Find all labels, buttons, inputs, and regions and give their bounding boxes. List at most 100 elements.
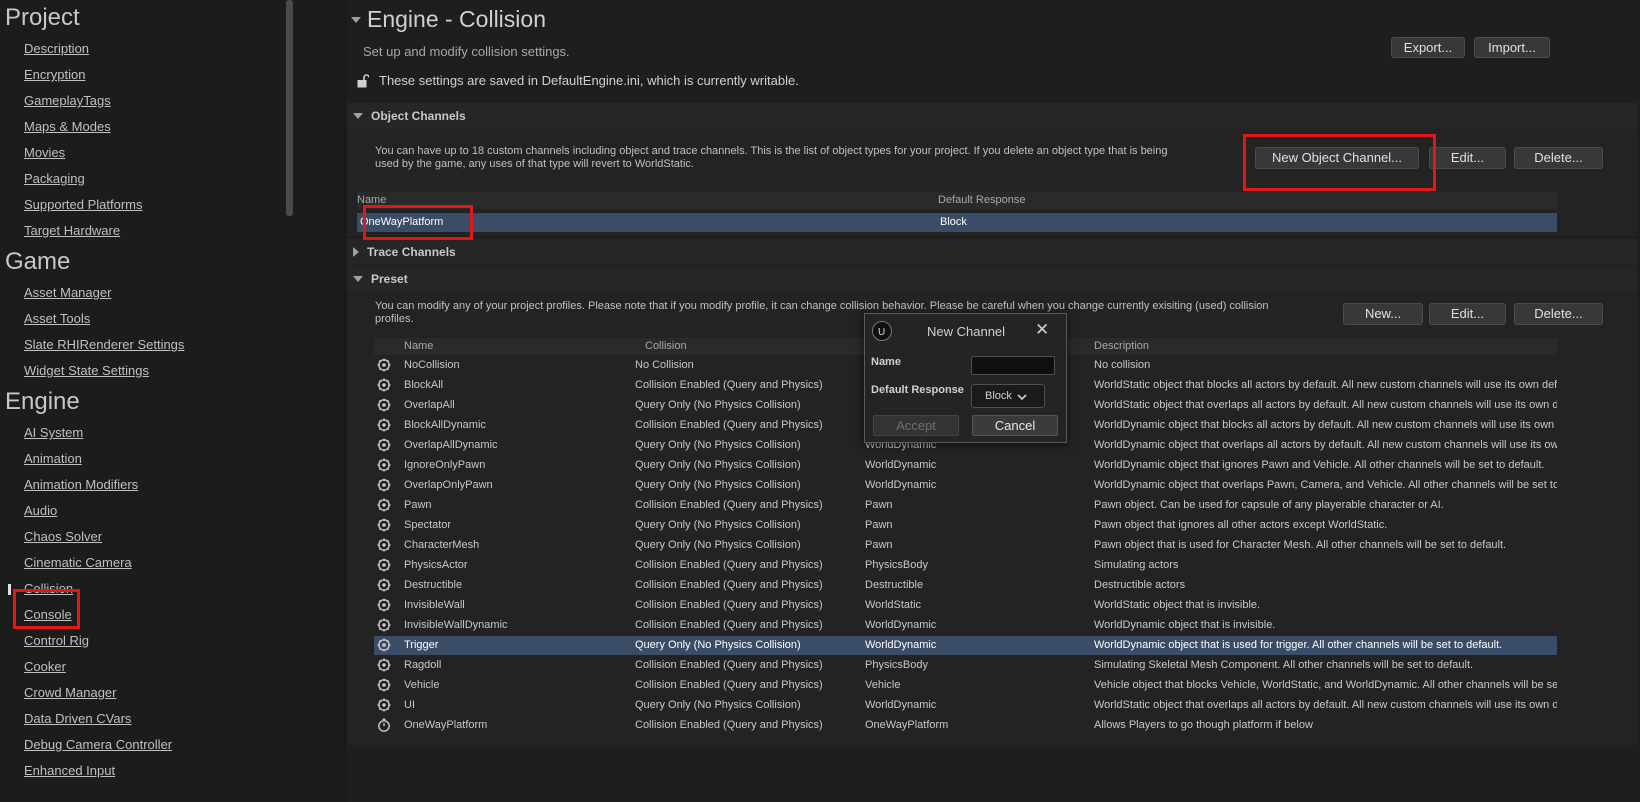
sidebar-item-console[interactable]: Console (0, 602, 320, 628)
preset-description: WorldStatic object that blocks all actor… (1094, 379, 1557, 391)
delete-object-channel-button[interactable]: Delete... (1514, 147, 1603, 169)
edit-preset-button[interactable]: Edit... (1429, 303, 1506, 325)
preset-object-type: Destructible (865, 579, 924, 591)
preset-row[interactable]: PhysicsActor Collision Enabled (Query and… (374, 556, 1557, 575)
sidebar-item-collision[interactable]: Collision (0, 576, 320, 602)
preset-row[interactable]: Destructible Collision Enabled (Query and… (374, 576, 1557, 595)
object-channel-row[interactable]: OneWayPlatform Block (357, 213, 1557, 232)
sidebar-item-cinematic-camera[interactable]: Cinematic Camera (0, 550, 320, 576)
preset-row[interactable]: Spectator Query Only (No Physics Collisio… (374, 516, 1557, 535)
channel-name-input[interactable] (971, 356, 1055, 375)
sidebar-item-control-rig[interactable]: Control Rig (0, 628, 320, 654)
delete-preset-button[interactable]: Delete... (1514, 303, 1603, 325)
export-button[interactable]: Export... (1391, 37, 1465, 58)
collision-profile-icon (377, 438, 391, 452)
preset-description: WorldDynamic object that blocks all acto… (1094, 419, 1557, 431)
preset-name: BlockAllDynamic (404, 419, 486, 431)
sidebar-item-data-driven-cvars[interactable]: Data Driven CVars (0, 706, 320, 732)
sidebar-item-slate-rhirenderer-settings[interactable]: Slate RHIRenderer Settings (0, 332, 320, 358)
collision-profile-icon (377, 378, 391, 392)
preset-name: OverlapAll (404, 399, 455, 411)
preset-description: WorldDynamic object that is invisible. (1094, 619, 1276, 631)
preset-object-type: PhysicsBody (865, 559, 928, 571)
name-label: Name (871, 356, 901, 368)
trace-channels-header[interactable]: Trace Channels (347, 239, 1637, 265)
preset-row[interactable]: Ragdoll Collision Enabled (Query and Phys… (374, 656, 1557, 675)
sidebar-item-debug-camera-controller[interactable]: Debug Camera Controller (0, 732, 320, 758)
object-channels-panel: You can have up to 18 custom channels in… (347, 129, 1637, 236)
sidebar-item-movies[interactable]: Movies (0, 140, 320, 166)
sidebar-item-supported-platforms[interactable]: Supported Platforms (0, 192, 320, 218)
default-response-dropdown[interactable]: Block (971, 384, 1045, 408)
preset-description: Pawn object that is used for Character M… (1094, 539, 1507, 551)
cancel-button[interactable]: Cancel (972, 415, 1058, 436)
collision-profile-icon (377, 458, 391, 472)
sidebar-item-packaging[interactable]: Packaging (0, 166, 320, 192)
sidebar-item-ai-system[interactable]: AI System (0, 420, 320, 446)
sidebar-item-animation-modifiers[interactable]: Animation Modifiers (0, 472, 320, 498)
preset-row[interactable]: OverlapOnlyPawn Query Only (No Physics Co… (374, 476, 1557, 495)
preset-description: WorldDynamic object that ignores Pawn an… (1094, 459, 1545, 471)
preset-row[interactable]: IgnoreOnlyPawn Query Only (No Physics Col… (374, 456, 1557, 475)
collision-profile-icon (377, 498, 391, 512)
object-channels-header[interactable]: Object Channels (347, 103, 1637, 129)
preset-name: BlockAll (404, 379, 444, 391)
collapse-arrow-icon[interactable] (351, 16, 361, 23)
edit-object-channel-button[interactable]: Edit... (1429, 147, 1506, 169)
preset-name: Trigger (404, 639, 439, 651)
sidebar-item-maps-modes[interactable]: Maps & Modes (0, 114, 320, 140)
dialog-title: New Channel (927, 324, 1006, 339)
preset-object-type: WorldDynamic (865, 619, 937, 631)
preset-header[interactable]: Preset (347, 266, 1637, 292)
preset-row[interactable]: Vehicle Collision Enabled (Query and Phys… (374, 676, 1557, 695)
import-button[interactable]: Import... (1474, 37, 1550, 58)
preset-description: No collision (1094, 359, 1151, 371)
new-object-channel-button[interactable]: New Object Channel... (1255, 147, 1419, 169)
sidebar-item-encryption[interactable]: Encryption (0, 62, 320, 88)
new-preset-button[interactable]: New... (1343, 303, 1423, 325)
preset-row[interactable]: CharacterMesh Query Only (No Physics Coll… (374, 536, 1557, 555)
preset-collision: Query Only (No Physics Collision) (635, 479, 801, 491)
preset-object-type: Pawn (865, 499, 893, 511)
sidebar-item-target-hardware[interactable]: Target Hardware (0, 218, 320, 244)
sidebar-item-enhanced-input[interactable]: Enhanced Input (0, 758, 320, 784)
preset-name: Ragdoll (404, 659, 442, 671)
close-icon[interactable]: ✕ (1035, 320, 1049, 340)
column-collision: Collision (645, 340, 687, 352)
preset-collision: Collision Enabled (Query and Physics) (635, 679, 823, 691)
channel-name: OneWayPlatform (360, 216, 444, 228)
preset-row[interactable]: Pawn Collision Enabled (Query and Physics… (374, 496, 1557, 515)
preset-row[interactable]: InvisibleWall Collision Enabled (Query an… (374, 596, 1557, 615)
sidebar-item-animation[interactable]: Animation (0, 446, 320, 472)
chevron-down-icon (1017, 394, 1027, 401)
sidebar-item-asset-manager[interactable]: Asset Manager (0, 280, 320, 306)
collision-profile-icon (377, 558, 391, 572)
collision-profile-icon (377, 398, 391, 412)
preset-name: UI (404, 699, 415, 711)
object-channels-label: Object Channels (371, 109, 466, 123)
page-title-row[interactable]: Engine - Collision (351, 6, 546, 33)
sidebar-item-gameplaytags[interactable]: GameplayTags (0, 88, 320, 114)
sidebar-item-widget-state-settings[interactable]: Widget State Settings (0, 358, 320, 384)
sidebar-item-asset-tools[interactable]: Asset Tools (0, 306, 320, 332)
sidebar-item-cooker[interactable]: Cooker (0, 654, 320, 680)
sidebar-item-description[interactable]: Description (0, 36, 320, 62)
preset-collision: Query Only (No Physics Collision) (635, 459, 801, 471)
dialog-title-bar[interactable]: U New Channel ✕ (865, 314, 1066, 348)
preset-object-type: Pawn (865, 539, 893, 551)
preset-row[interactable]: UI Query Only (No Physics Collision) World… (374, 696, 1557, 715)
sidebar-item-audio[interactable]: Audio (0, 498, 320, 524)
preset-row[interactable]: OneWayPlatform Collision Enabled (Query a… (374, 716, 1557, 735)
preset-collision: Query Only (No Physics Collision) (635, 639, 801, 651)
collision-profile-icon (377, 538, 391, 552)
sidebar-item-chaos-solver[interactable]: Chaos Solver (0, 524, 320, 550)
column-name: Name (357, 194, 387, 206)
preset-row[interactable]: Trigger Query Only (No Physics Collision)… (374, 636, 1557, 655)
preset-row[interactable]: InvisibleWallDynamic Collision Enabled (Q… (374, 616, 1557, 635)
preset-name: IgnoreOnlyPawn (404, 459, 486, 471)
preset-collision: No Collision (635, 359, 694, 371)
accept-button[interactable]: Accept (873, 415, 959, 436)
preset-collision: Collision Enabled (Query and Physics) (635, 379, 823, 391)
sidebar-item-crowd-manager[interactable]: Crowd Manager (0, 680, 320, 706)
object-channels-table-header: Name Default Response (357, 192, 1557, 209)
